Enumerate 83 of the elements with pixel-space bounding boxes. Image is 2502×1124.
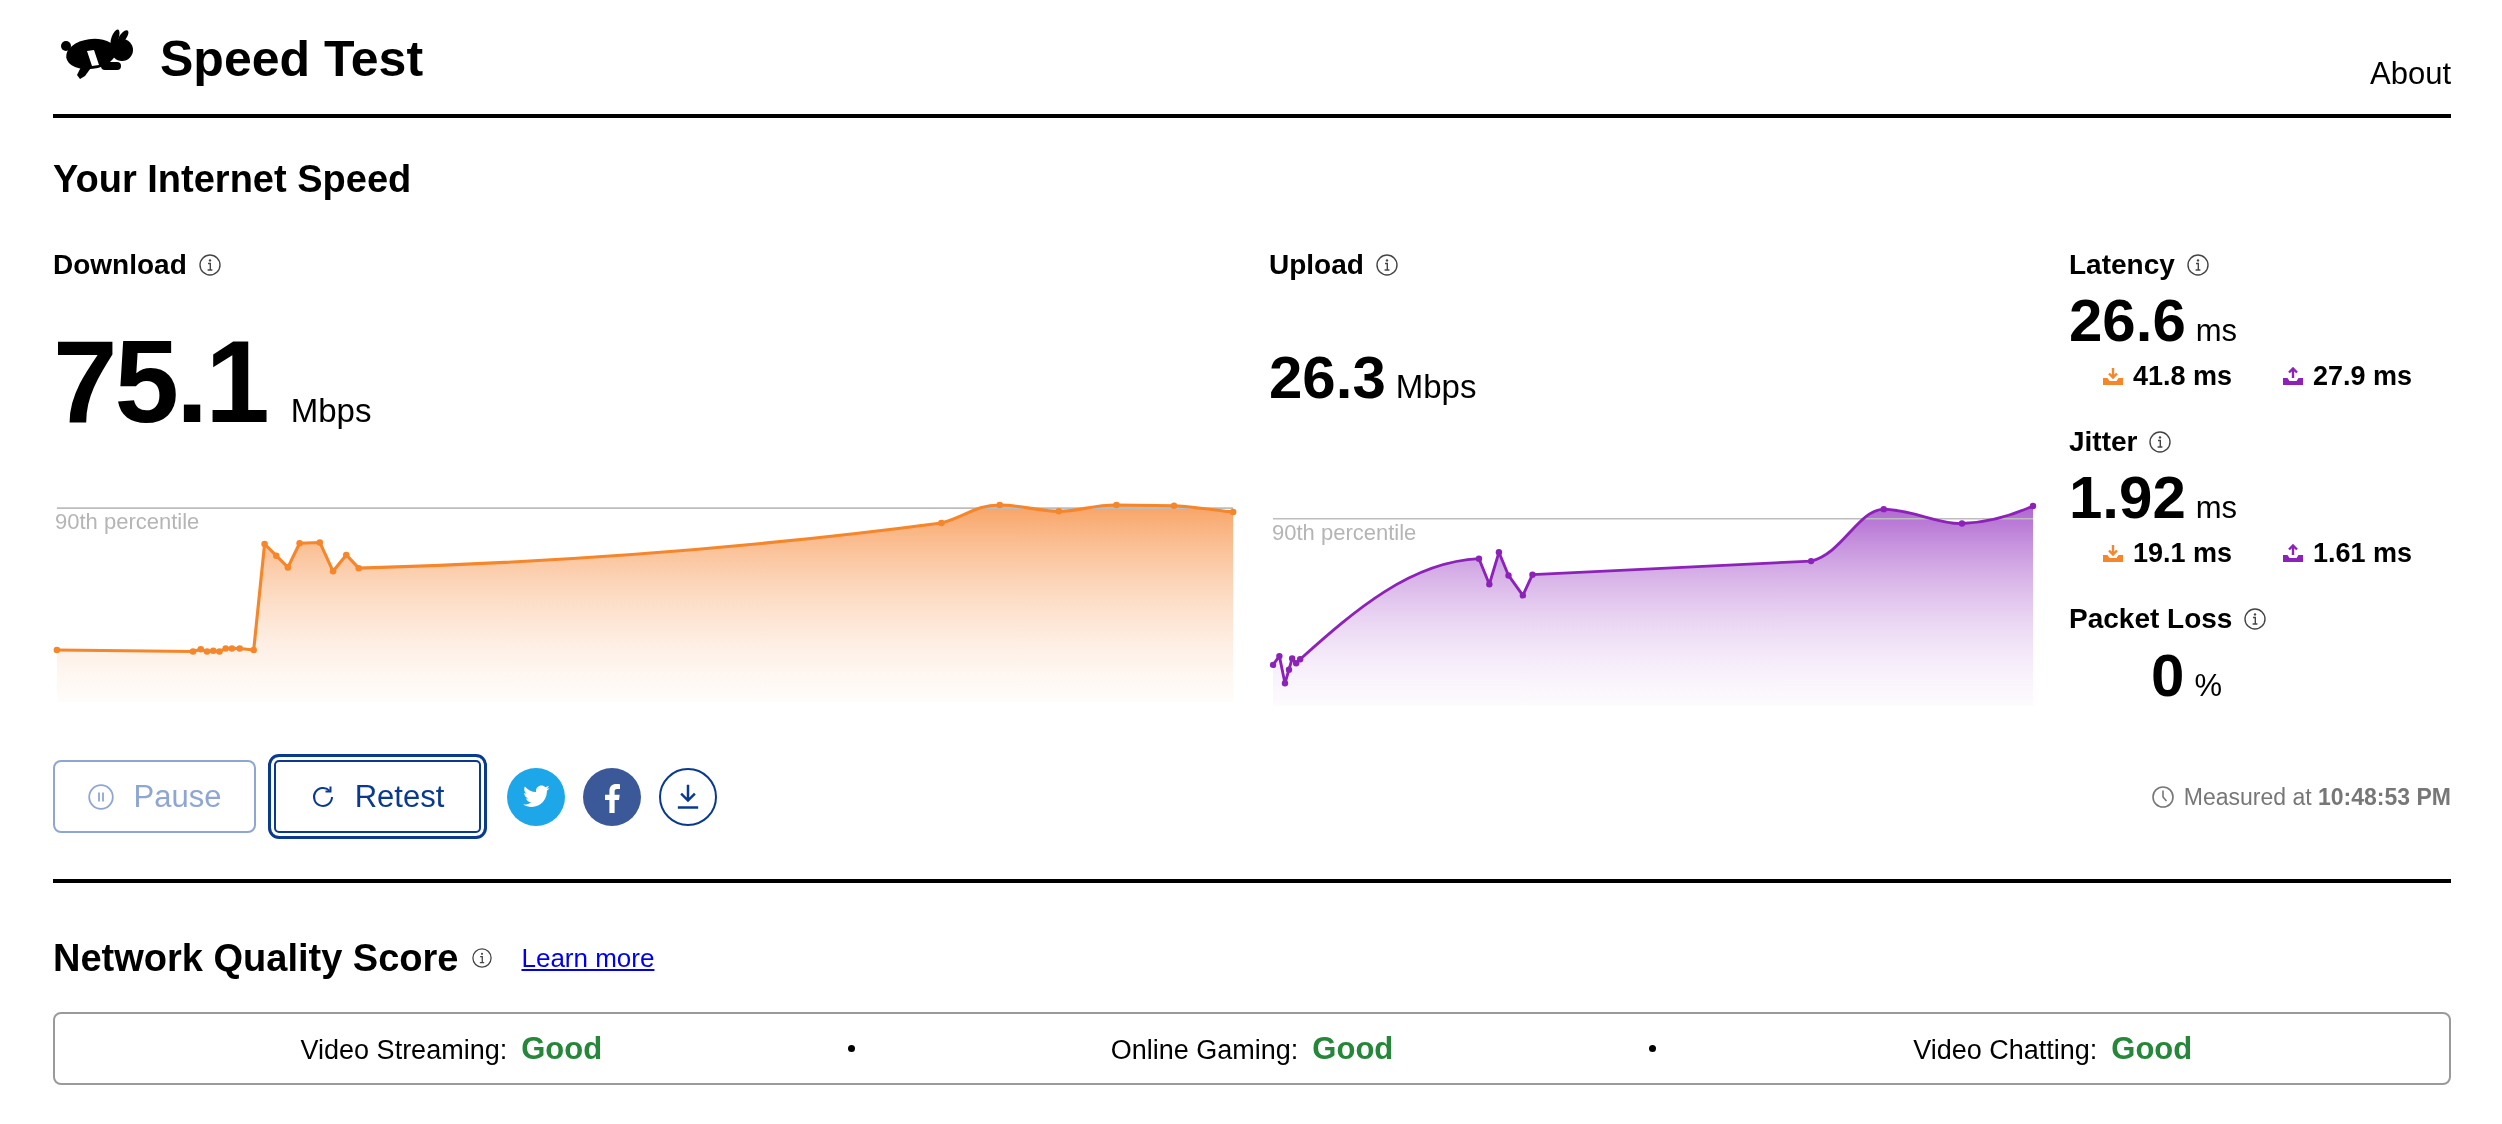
chart-point <box>1958 520 1966 527</box>
metric-label: Jitter <box>2069 425 2138 459</box>
chart-point <box>261 540 268 548</box>
quality-rating: Good <box>1312 1030 1394 1067</box>
quality-label: Online Gaming: <box>1110 1033 1299 1066</box>
site-title: Speed Test <box>160 30 424 89</box>
unit-label: % <box>2194 667 2222 705</box>
chart-point <box>1519 592 1527 599</box>
download-tray-icon <box>2103 367 2123 385</box>
bird-share-button[interactable] <box>507 767 565 826</box>
unit-label: Mbps <box>290 391 372 431</box>
chart-point <box>284 564 292 571</box>
chart-point <box>1495 549 1503 556</box>
quality-rating: Good <box>521 1030 603 1067</box>
download-reading: 19.1 ms <box>2133 537 2233 569</box>
quality-label: Video Streaming: <box>300 1033 508 1066</box>
refresh-icon <box>310 784 335 809</box>
info-icon[interactable] <box>2149 430 2172 453</box>
chart-point <box>355 564 362 572</box>
chart-point <box>1475 555 1483 562</box>
save-result-button[interactable] <box>659 767 717 826</box>
chart-point <box>938 519 945 527</box>
unit-label: Mbps <box>1395 367 1477 407</box>
chart-point <box>1505 572 1512 579</box>
percentile-label: 90th percentile <box>55 509 200 535</box>
metric-value: 1.92 <box>2069 468 2186 528</box>
metric-label: Download <box>53 248 187 282</box>
chart-point <box>250 646 257 654</box>
chart-point <box>2029 502 2037 510</box>
chart-point <box>53 646 61 654</box>
learn-more-link[interactable]: Learn more <box>521 942 655 974</box>
section-title: Network Quality Score <box>53 936 459 981</box>
chart-point <box>1880 506 1887 513</box>
upload-tray-icon <box>2283 544 2303 562</box>
retest-button[interactable]: Retest <box>268 754 487 839</box>
percentile-label: 90th percentile <box>1272 520 1417 546</box>
info-icon[interactable] <box>198 253 221 276</box>
info-icon[interactable] <box>2186 253 2209 276</box>
chart-point <box>316 539 324 546</box>
section-title: Your Internet Speed <box>53 157 413 202</box>
unit-label: ms <box>2195 489 2238 527</box>
metric-label: Upload <box>1269 248 1364 282</box>
chart-point <box>1229 508 1237 516</box>
download-icon <box>677 784 699 809</box>
speed-value: 26.3 <box>1269 348 1386 408</box>
bullet-icon <box>1648 1045 1656 1052</box>
bullet-icon <box>848 1045 856 1052</box>
chart-point <box>1055 508 1063 515</box>
chart-point <box>343 551 350 559</box>
download-tray-icon <box>2103 544 2123 562</box>
upload-tray-icon <box>2283 367 2303 385</box>
measured-time: Measured at 10:48:53 PM <box>2183 782 2451 811</box>
chart-point <box>1170 502 1178 510</box>
chart-point <box>273 552 280 559</box>
f-share-button[interactable] <box>583 767 641 826</box>
letter-f-icon <box>604 784 620 813</box>
about-link[interactable]: About <box>2370 55 2451 92</box>
chart-point <box>1486 581 1493 588</box>
chart-point <box>296 539 303 547</box>
speed-value: 75.1 <box>53 324 267 440</box>
pause-icon <box>87 783 114 810</box>
metric-value: 0 <box>2151 646 2185 706</box>
chart-point <box>996 501 1003 509</box>
metric-label: Latency <box>2069 248 2175 282</box>
upload-reading: 1.61 ms <box>2313 537 2413 569</box>
chart-point <box>329 568 337 575</box>
info-icon[interactable] <box>1375 253 1398 276</box>
chart-point <box>1807 557 1815 565</box>
clock-icon <box>2151 785 2174 808</box>
info-icon[interactable] <box>2244 607 2267 630</box>
info-icon[interactable] <box>472 948 493 968</box>
metric-value: 26.6 <box>2069 291 2186 351</box>
metric-label: Packet Loss <box>2069 602 2233 636</box>
rabbit-logo-icon <box>61 29 135 79</box>
quality-rating: Good <box>2111 1030 2193 1067</box>
bird-icon <box>522 785 550 808</box>
chart-point <box>1529 571 1536 578</box>
quality-label: Video Chatting: <box>1913 1033 2098 1066</box>
upload-reading: 27.9 ms <box>2313 360 2413 392</box>
chart-point <box>1113 501 1120 509</box>
download-reading: 41.8 ms <box>2133 360 2233 392</box>
chart-point <box>1281 680 1289 687</box>
unit-label: ms <box>2195 312 2238 350</box>
